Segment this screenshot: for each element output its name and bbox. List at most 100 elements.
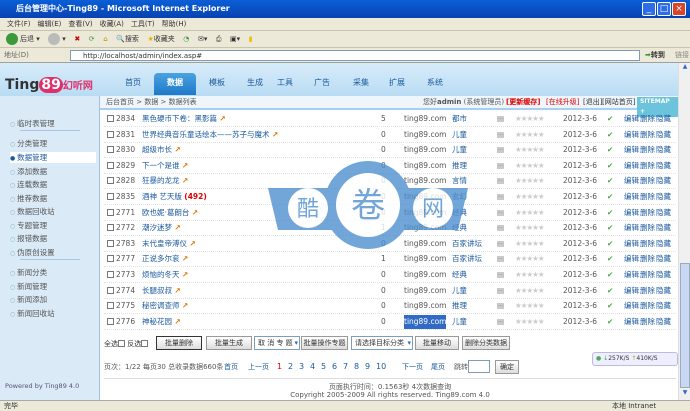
row-category[interactable]: 经典 <box>452 268 467 282</box>
batch-topic-button[interactable]: 批量操作专题 <box>301 336 348 350</box>
row-checkbox[interactable] <box>107 302 114 310</box>
row-title[interactable]: 秘密调查师 ↗ <box>142 299 188 313</box>
delete-link[interactable]: 删除 <box>640 299 655 313</box>
hide-link[interactable]: 隐藏 <box>656 159 671 173</box>
address-input[interactable]: http://localhost/admin/index.asp# <box>70 50 640 61</box>
tab-extend[interactable]: 扩展 <box>376 73 418 95</box>
sidebar-item-news-add[interactable]: 新闻添加 <box>10 294 47 305</box>
check-icon[interactable]: ✔ <box>607 143 613 157</box>
row-category[interactable]: 百家讲坛 <box>452 252 482 266</box>
sidebar-item-recycle[interactable]: 数据回收站 <box>10 206 55 217</box>
row-title[interactable]: 黑色硬币下卷：黑影篇 ↗ <box>142 112 226 126</box>
edit-link[interactable]: 编辑 <box>624 143 639 157</box>
maximize-button[interactable]: □ <box>657 2 671 16</box>
detail-icon[interactable]: ▤ <box>497 112 504 126</box>
page-link[interactable]: 4 <box>310 361 315 373</box>
tab-tools[interactable]: 工具 <box>264 73 306 95</box>
row-checkbox[interactable] <box>107 177 114 185</box>
logout-link[interactable]: [退出] <box>583 96 602 109</box>
close-button[interactable]: × <box>672 2 686 16</box>
invert-checkbox[interactable] <box>141 340 149 347</box>
rating-stars[interactable]: ★★★★★ <box>515 174 545 188</box>
edit-icon[interactable]: ▣▾ <box>230 31 240 48</box>
menu-tools[interactable]: 工具(T) <box>131 18 155 31</box>
detail-icon[interactable]: ▤ <box>497 159 504 173</box>
next-page-link[interactable]: 下一页 <box>402 361 423 373</box>
detail-icon[interactable]: ▤ <box>497 190 504 204</box>
sidebar-item-data-manage[interactable]: 数据管理 <box>10 152 96 163</box>
row-title[interactable]: 超级市长 ↗ <box>142 143 181 157</box>
rating-stars[interactable]: ★★★★★ <box>515 237 545 251</box>
row-checkbox[interactable] <box>107 146 114 154</box>
sidebar-item-error[interactable]: 报错数据 <box>10 233 47 244</box>
delete-link[interactable]: 删除 <box>640 315 655 329</box>
row-category[interactable]: 儿童 <box>452 128 467 142</box>
check-icon[interactable]: ✔ <box>607 268 613 282</box>
notes-icon[interactable]: ▮ <box>249 31 253 48</box>
batch-generate-button[interactable]: 批量生成 <box>206 336 252 350</box>
rating-stars[interactable]: ★★★★★ <box>515 112 545 126</box>
menu-favorites[interactable]: 收藏(A) <box>100 18 124 31</box>
rating-stars[interactable]: ★★★★★ <box>515 221 545 235</box>
mail-icon[interactable]: ✉▾ <box>198 31 207 48</box>
vertical-scrollbar[interactable]: ▲ ▼ <box>678 63 690 400</box>
row-source[interactable]: ting89.com <box>404 284 446 298</box>
edit-link[interactable]: 编辑 <box>624 159 639 173</box>
menu-help[interactable]: 帮助(H) <box>162 18 187 31</box>
tab-ads[interactable]: 广告 <box>301 73 343 95</box>
hide-link[interactable]: 隐藏 <box>656 284 671 298</box>
page-link[interactable]: 8 <box>354 361 359 373</box>
row-source[interactable]: ting89.com <box>404 112 446 126</box>
batch-move-button[interactable]: 批量移动 <box>415 336 459 350</box>
edit-link[interactable]: 编辑 <box>624 190 639 204</box>
first-page-link[interactable]: 首页 <box>224 361 238 373</box>
tab-home[interactable]: 首页 <box>112 73 154 95</box>
row-title[interactable]: 下一个是谁 ↗ <box>142 159 188 173</box>
delete-link[interactable]: 删除 <box>640 112 655 126</box>
detail-icon[interactable]: ▤ <box>497 174 504 188</box>
edit-link[interactable]: 编辑 <box>624 284 639 298</box>
tab-data[interactable]: 数据 <box>154 73 196 95</box>
page-link[interactable]: 5 <box>321 361 326 373</box>
row-title[interactable]: 世界经典音乐童话绘本——苏子与魔术 ↗ <box>142 128 278 142</box>
page-link[interactable]: 6 <box>332 361 337 373</box>
rating-stars[interactable]: ★★★★★ <box>515 315 545 329</box>
hide-link[interactable]: 隐藏 <box>656 112 671 126</box>
hide-link[interactable]: 隐藏 <box>656 268 671 282</box>
batch-delete-button[interactable]: 批量删除 <box>156 336 202 350</box>
tab-template[interactable]: 模板 <box>196 73 238 95</box>
delete-link[interactable]: 删除 <box>640 284 655 298</box>
row-title[interactable]: 狂暴的龙龙 ↗ <box>142 174 188 188</box>
rating-stars[interactable]: ★★★★★ <box>515 206 545 220</box>
detail-icon[interactable]: ▤ <box>497 268 504 282</box>
search-button[interactable]: 🔍搜索 <box>116 31 139 48</box>
row-source[interactable]: ting89.com <box>404 314 447 329</box>
row-checkbox[interactable] <box>107 208 114 216</box>
hide-link[interactable]: 隐藏 <box>656 252 671 266</box>
row-category[interactable]: 都市 <box>452 112 467 126</box>
refresh-cache-link[interactable]: [更新缓存] <box>506 96 540 109</box>
check-icon[interactable]: ✔ <box>607 284 613 298</box>
sidebar-item-news-manage[interactable]: 新闻管理 <box>10 281 47 292</box>
jump-ok-button[interactable]: 确定 <box>495 360 519 374</box>
forward-button[interactable]: ▾ <box>48 31 66 48</box>
category-select[interactable]: 请选择目标分类 ▾ <box>351 336 413 350</box>
history-icon[interactable]: ◔ <box>183 31 189 48</box>
row-source[interactable]: ting89.com <box>404 268 446 282</box>
row-checkbox[interactable] <box>107 255 114 263</box>
speed-widget[interactable]: ● ↓257K/S ↑410K/S <box>592 352 678 366</box>
rating-stars[interactable]: ★★★★★ <box>515 252 545 266</box>
check-icon[interactable]: ✔ <box>607 315 613 329</box>
check-icon[interactable]: ✔ <box>607 221 613 235</box>
delete-category-data-button[interactable]: 删除分类数据 <box>462 336 510 350</box>
go-button[interactable]: ➡转到 <box>645 50 665 60</box>
row-title[interactable]: 潮汐迷梦 ↗ <box>142 221 181 235</box>
refresh-icon[interactable]: ⟳ <box>89 31 95 48</box>
scroll-thumb[interactable] <box>680 263 690 388</box>
scroll-up-icon[interactable]: ▲ <box>680 63 690 73</box>
page-link[interactable]: 3 <box>299 361 304 373</box>
check-icon[interactable]: ✔ <box>607 128 613 142</box>
sidebar-item-temp-table[interactable]: 临时表管理 <box>10 118 55 129</box>
menu-file[interactable]: 文件(F) <box>7 18 31 31</box>
page-link[interactable]: 10 <box>376 361 386 373</box>
